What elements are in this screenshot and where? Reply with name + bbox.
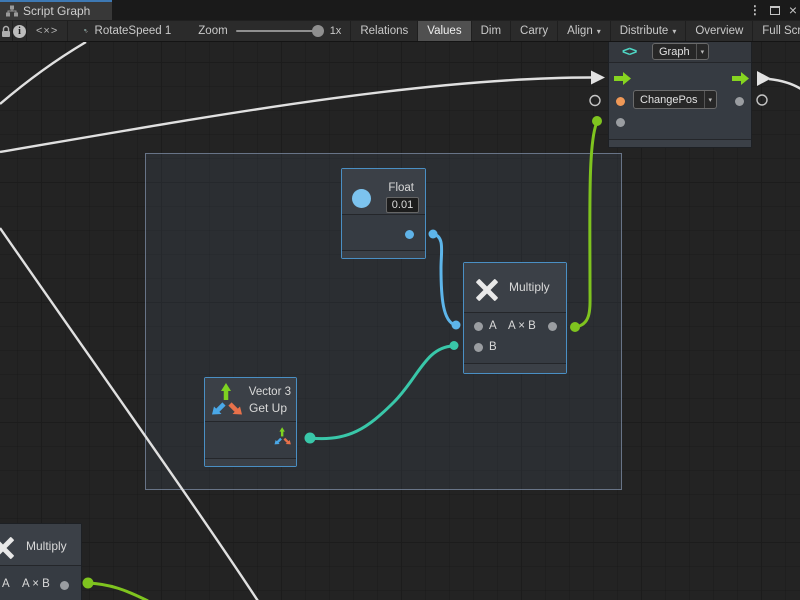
window-close-icon[interactable]: × [789,3,797,17]
wire-arrowhead-in [591,71,605,85]
flow-output-port[interactable] [732,72,749,85]
info-button[interactable]: i [13,21,27,41]
toolbar-button-relations[interactable]: Relations [350,21,418,41]
vector3-icon [211,383,246,419]
window-maximize-icon[interactable] [770,6,780,15]
graph-canvas[interactable]: Float 0.01 Multiply A A × B B [0,42,800,600]
zoom-value: 1x [330,25,342,37]
graph-tab-icon [6,5,18,17]
toolbar-button-fullscreen[interactable]: Full Screen [753,21,800,41]
toolbar-button-overview[interactable]: Overview [686,21,753,41]
toolbar-button-align[interactable]: Align ▾ [558,21,611,41]
toolbar-button-distribute[interactable]: Distribute ▾ [611,21,687,41]
node-footer [609,139,751,147]
multiply-input-a-port[interactable] [474,322,483,331]
code-view-button[interactable]: <×> [27,21,68,41]
node-title: Multiply [26,539,67,553]
float-type-icon [352,189,371,208]
multiply-icon [473,276,500,303]
zoom-slider[interactable] [236,30,322,32]
float-value-field[interactable]: 0.01 [386,197,419,213]
changepos-dropdown[interactable]: ChangePos ▾ [633,90,717,109]
port-circle-right[interactable] [757,95,767,105]
multiply2-output-port[interactable] [60,581,69,590]
toolbar: i <×> RotateSpeed 1 Zoom 1x Relations [0,20,800,42]
float-output-port[interactable] [405,230,414,239]
tab-script-graph[interactable]: Script Graph [0,0,112,20]
toolbar-button-carry[interactable]: Carry [511,21,558,41]
chevron-down-icon: ▾ [672,27,676,36]
port-label-a: A [489,320,497,332]
chevron-down-icon: ▾ [704,91,717,108]
tab-title: Script Graph [23,4,90,18]
wire-multiply2-out[interactable] [88,583,148,600]
wire-arrowhead-out [757,71,771,86]
wire-endpoint [83,578,94,589]
title-bar: Script Graph ⋮ × [0,0,800,20]
node-multiply-2[interactable]: Multiply A A × B [0,523,82,600]
toolbar-button-dim[interactable]: Dim [472,21,511,41]
node-vector3-getup[interactable]: Vector 3 Get Up [204,377,297,467]
node-multiply[interactable]: Multiply A A × B B [463,262,567,374]
info-icon: i [13,25,26,38]
node-title: Multiply [509,280,550,294]
port-label-a: A [2,578,10,590]
zoom-slider-handle[interactable] [312,25,324,37]
wire-endpoint [592,116,602,126]
zoom-control: Zoom 1x [180,21,350,41]
multiply-input-b-port[interactable] [474,343,483,352]
zoom-label: Zoom [198,25,227,37]
wire-white-to-graph-node[interactable] [0,78,591,153]
node-footer [205,458,296,466]
flow-input-port[interactable] [614,72,631,85]
multiply-output-port[interactable] [548,322,557,331]
wire-white-right[interactable] [769,79,800,89]
node-title: Vector 3 [249,386,291,398]
code-icon: <×> [36,25,58,37]
graph-input-port-2[interactable] [616,118,625,127]
toolbar-button-values[interactable]: Values [418,21,471,41]
vector3-output-port[interactable] [274,427,293,447]
graph-asset-icon [84,24,88,38]
node-subtitle: Get Up [249,401,287,415]
port-label-b: B [489,341,497,353]
graph-dropdown[interactable]: Graph ▾ [652,43,709,60]
graph-picker-label: RotateSpeed 1 [95,25,172,37]
changepos-input-port[interactable] [616,97,625,106]
node-title: Float [388,182,414,194]
wire-white-topleft[interactable] [0,42,86,104]
graph-output-port[interactable] [735,97,744,106]
node-float[interactable]: Float 0.01 [341,168,426,259]
lock-button[interactable] [0,21,13,41]
node-footer [464,363,566,373]
window-menu-icon[interactable]: ⋮ [749,3,761,17]
port-label-result: A × B [22,578,50,590]
chevron-down-icon: ▾ [696,44,709,59]
chevron-down-icon: ▾ [597,27,601,36]
multiply-icon [0,534,17,561]
graph-picker[interactable]: RotateSpeed 1 [68,21,180,41]
node-footer [342,250,425,258]
code-brackets-icon: <> [622,43,636,59]
node-graph-unit[interactable]: <> Graph ▾ ChangePos ▾ [608,42,752,148]
lock-icon [0,25,12,38]
port-circle-left[interactable] [590,96,600,106]
script-graph-window: Script Graph ⋮ × i <×> [0,0,800,600]
port-label-result: A × B [508,320,536,332]
